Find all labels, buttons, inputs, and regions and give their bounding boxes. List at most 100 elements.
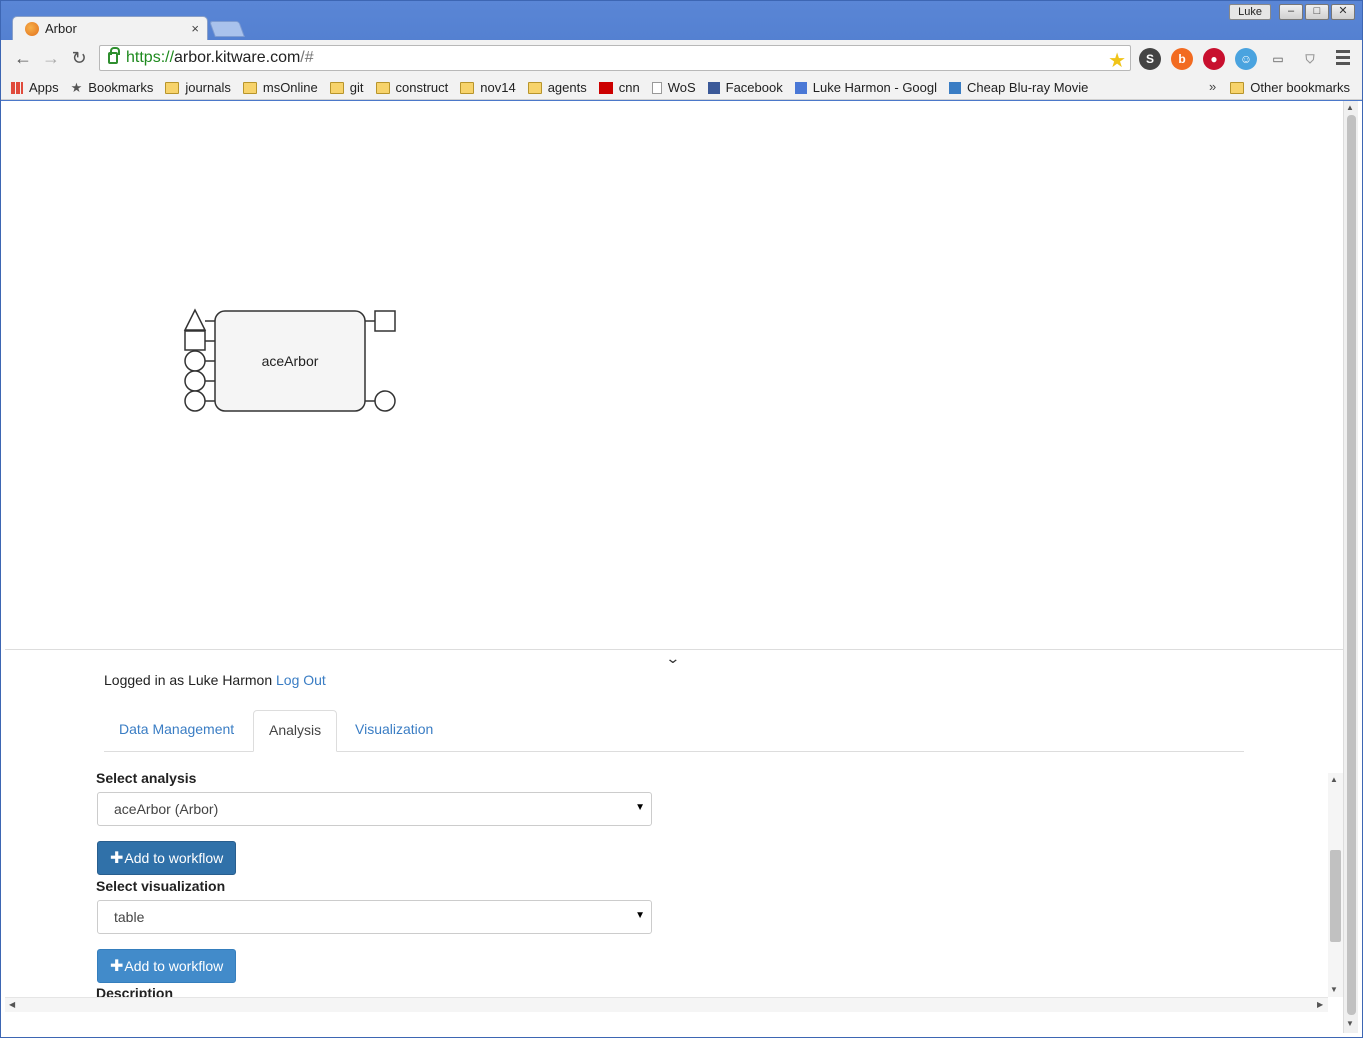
bookmarks-overflow-icon[interactable]: »	[1209, 79, 1216, 94]
output-port-circle-icon[interactable]	[374, 390, 396, 412]
lock-icon	[108, 47, 120, 64]
plus-icon: ✚	[110, 958, 124, 975]
workflow-svg: aceArbor	[183, 308, 396, 412]
scroll-right-icon[interactable]: ▶	[1317, 1000, 1323, 1009]
bookmark-bluray[interactable]: Cheap Blu-ray Movie	[949, 80, 1088, 95]
add-analysis-button-label: Add to workflow	[124, 850, 224, 866]
login-status: Logged in as Luke Harmon Log Out	[104, 672, 326, 688]
scroll-up-icon[interactable]: ▲	[1330, 775, 1338, 784]
bookmark-agents[interactable]: agents	[527, 80, 587, 95]
input-port-table-icon[interactable]	[184, 330, 206, 351]
bookmark-label: Facebook	[725, 80, 783, 95]
logged-in-text: Logged in as Luke Harmon	[104, 672, 273, 688]
scroll-down-icon[interactable]: ▼	[1346, 1019, 1354, 1028]
window-user-badge[interactable]: Luke	[1229, 4, 1271, 20]
input-port-circle-icon[interactable]	[184, 390, 206, 412]
add-analysis-button[interactable]: ✚ Add to workflow	[97, 841, 237, 875]
output-port-table-icon[interactable]	[374, 310, 396, 332]
bookmark-label: WoS	[667, 80, 696, 95]
address-bar[interactable]: https:// arbor.kitware.com /# ★	[99, 45, 1131, 73]
browser-tab[interactable]: Arbor ×	[12, 16, 208, 40]
input-port-circle-icon[interactable]	[184, 370, 206, 392]
scrollbar-thumb[interactable]	[1330, 850, 1341, 942]
logout-link[interactable]: Log Out	[276, 672, 326, 688]
other-bookmarks-label: Other bookmarks	[1250, 80, 1350, 95]
tab-analysis[interactable]: Analysis	[253, 710, 338, 752]
visualization-select[interactable]: table ▼	[97, 900, 652, 934]
plus-icon: ✚	[110, 850, 124, 867]
scroll-up-icon[interactable]: ▲	[1346, 103, 1354, 112]
ghostery-icon[interactable]: ☺	[1235, 48, 1257, 70]
dropdown-caret-icon: ▼	[635, 802, 645, 813]
description-label: Description	[96, 985, 174, 997]
select-visualization-label: Select visualization	[96, 878, 226, 894]
maximize-icon[interactable]: □	[1305, 4, 1329, 20]
add-visualization-button[interactable]: ✚ Add to workflow	[97, 949, 237, 983]
cast-icon[interactable]: ▭	[1267, 48, 1289, 70]
tab-close-icon[interactable]: ×	[191, 21, 199, 36]
bookmark-label: Cheap Blu-ray Movie	[967, 80, 1089, 95]
visualization-select-value: table	[114, 909, 145, 925]
panel-vertical-scrollbar[interactable]: ▲ ▼	[1328, 773, 1343, 997]
folder-icon	[165, 81, 180, 94]
star-icon: ★	[70, 79, 83, 95]
extension-s-icon[interactable]: S	[1139, 48, 1161, 70]
reload-icon[interactable]: ↻	[69, 48, 89, 68]
scrollbar-thumb[interactable]	[1347, 115, 1356, 1015]
cnn-icon	[598, 81, 613, 94]
scholar-icon	[794, 81, 807, 94]
bookmark-journals[interactable]: journals	[165, 80, 231, 95]
bookmark-wos[interactable]: WoS	[651, 80, 696, 95]
page-vertical-scrollbar[interactable]: ▲ ▼	[1343, 101, 1358, 1033]
chevron-down-icon[interactable]: ⌄	[665, 650, 680, 667]
new-tab-button[interactable]	[209, 21, 245, 37]
back-arrow-icon[interactable]: ←	[13, 48, 33, 68]
bookmark-label: nov14	[480, 80, 516, 95]
bookmarks-bar: Apps ★ Bookmarks journals msOnline git c…	[1, 76, 1362, 100]
b-icon	[949, 81, 962, 94]
browser-menu-icon[interactable]	[1336, 50, 1350, 68]
bookmark-git[interactable]: git	[329, 80, 364, 95]
extension-stop-icon[interactable]: ●	[1203, 48, 1225, 70]
folder-icon	[242, 81, 257, 94]
minimize-icon[interactable]: –	[1279, 4, 1303, 20]
workflow-node-label: aceArbor	[262, 353, 319, 369]
bookmark-cnn[interactable]: cnn	[598, 80, 640, 95]
arbor-favicon-icon	[25, 21, 39, 36]
select-analysis-label: Select analysis	[96, 773, 197, 786]
workflow-canvas[interactable]: aceArbor	[5, 101, 1343, 649]
tab-data-management[interactable]: Data Management	[104, 710, 249, 752]
bookmark-label: Luke Harmon - Googl	[812, 80, 938, 95]
close-window-icon[interactable]: ✕	[1331, 4, 1355, 20]
page-content: aceArbor ⌄ Logged in as Luke Harmon Log …	[5, 101, 1343, 1035]
panel-horizontal-scrollbar[interactable]: ◀ ▶	[5, 997, 1328, 1012]
bookmark-nov14[interactable]: nov14	[460, 80, 516, 95]
extension-b-icon[interactable]: b	[1171, 48, 1193, 70]
bookmark-facebook[interactable]: Facebook	[707, 80, 783, 95]
bookmark-construct[interactable]: construct	[375, 80, 448, 95]
panel-tabs: Data Management Analysis Visualization	[104, 710, 1244, 752]
input-port-circle-icon[interactable]	[184, 350, 206, 372]
tab-visualization[interactable]: Visualization	[340, 710, 448, 752]
window-controls: Luke – □ ✕	[1229, 4, 1355, 20]
bookmark-msonline[interactable]: msOnline	[242, 80, 318, 95]
bookmark-label: cnn	[618, 80, 640, 95]
bookmark-star-icon[interactable]: ★	[1108, 48, 1126, 73]
shield-icon[interactable]: ⛉	[1299, 48, 1321, 70]
url-scheme: https://	[126, 49, 175, 66]
browser-toolbar: ← → ↻ https:// arbor.kitware.com /# ★ S …	[1, 40, 1362, 76]
analysis-select[interactable]: aceArbor (Arbor) ▼	[97, 792, 652, 826]
bookmark-bookmarks[interactable]: ★ Bookmarks	[71, 80, 154, 96]
forward-arrow-icon[interactable]: →	[41, 48, 61, 68]
scroll-left-icon[interactable]: ◀	[9, 1000, 15, 1009]
input-port-tree-icon[interactable]	[183, 308, 207, 331]
bookmark-label: Bookmarks	[88, 80, 154, 95]
bookmark-label: msOnline	[262, 80, 318, 95]
folder-icon	[460, 81, 475, 94]
other-bookmarks[interactable]: Other bookmarks	[1230, 80, 1350, 95]
scroll-down-icon[interactable]: ▼	[1330, 985, 1338, 994]
analysis-select-value: aceArbor (Arbor)	[114, 801, 219, 817]
bookmark-apps[interactable]: Apps	[11, 80, 59, 95]
bookmark-scholar[interactable]: Luke Harmon - Googl	[794, 80, 938, 95]
folder-icon	[527, 81, 542, 94]
